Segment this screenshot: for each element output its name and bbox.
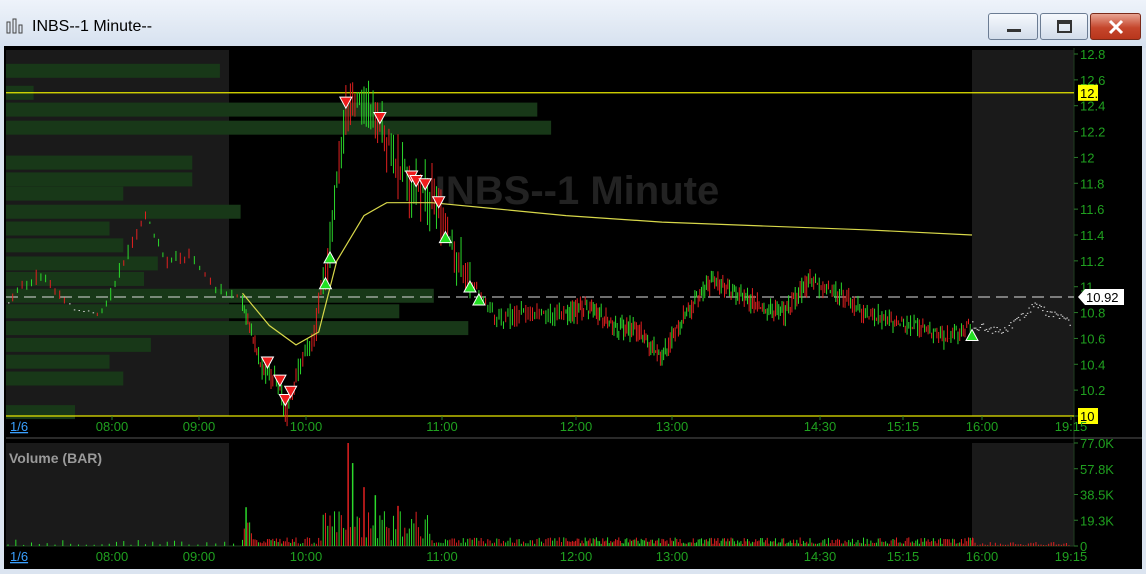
x-tick-label: 08:00: [96, 419, 129, 434]
date-label: 1/6: [10, 419, 28, 434]
volume-profile-bar: [6, 155, 193, 170]
volume-profile-bar: [6, 405, 75, 420]
volume-x-tick-label: 14:30: [804, 549, 837, 564]
y-tick-label: 10.2: [1080, 383, 1105, 398]
volume-y-tick-label: 19.3K: [1080, 513, 1114, 528]
volume-profile-bar: [6, 371, 124, 386]
maximize-icon: [1057, 20, 1072, 33]
volume-profile-bar: [6, 354, 110, 369]
y-tick-label: 11.4: [1080, 228, 1104, 243]
y-tick-label: 10.8: [1080, 306, 1105, 321]
volume-pane-title: Volume (BAR): [9, 450, 102, 466]
volume-date-label: 1/6: [10, 549, 28, 564]
y-tick-label: 12.8: [1080, 47, 1105, 62]
afterhours-session-shade: [972, 50, 1074, 416]
y-tick-label: 11.8: [1080, 176, 1104, 191]
volume-x-tick-label: 16:00: [966, 549, 999, 564]
x-tick-label: 16:00: [966, 419, 999, 434]
volume-profile-bar: [6, 63, 220, 78]
volume-profile-bar: [6, 204, 241, 219]
x-tick-label: 13:00: [656, 419, 689, 434]
close-button[interactable]: [1090, 13, 1141, 40]
x-tick-label: 14:30: [804, 419, 837, 434]
volume-profile-bar: [6, 102, 538, 117]
y-tick-label: 12: [1080, 150, 1094, 165]
volume-profile-bar: [6, 238, 124, 253]
volume-afterhours-shade: [972, 443, 1074, 546]
x-tick-label: 15:15: [887, 419, 920, 434]
chart-canvas[interactable]: INBS--1 Minute12.812.612.412.21211.811.6…: [4, 46, 1142, 569]
x-tick-label: 12:00: [560, 419, 593, 434]
chart-frame: INBS--1 Minute 12.8 12.6 12.4 12.2 12 11.8 11.6…: [4, 46, 1142, 569]
volume-x-tick-label: 10:00: [290, 549, 323, 564]
x-tick-label: 11:00: [426, 419, 458, 434]
volume-profile-bar: [6, 172, 193, 187]
volume-profile-bar: [6, 221, 110, 236]
y-tick-label: 12.2: [1080, 125, 1105, 140]
volume-profile-bar: [6, 304, 400, 319]
volume-x-tick-label: 08:00: [96, 549, 129, 564]
y-tick-label: 10.6: [1080, 331, 1105, 346]
minimize-icon: [1007, 29, 1021, 32]
volume-profile-bar: [6, 186, 124, 201]
close-icon: [1108, 19, 1124, 35]
volume-profile-bar: [6, 288, 434, 303]
title-bar: INBS--1 Minute--: [0, 0, 1146, 48]
bar-chart-app-icon: [6, 18, 23, 34]
last-price-label: 10.92: [1086, 290, 1119, 305]
volume-y-tick-label: 57.8K: [1080, 462, 1114, 477]
volume-x-tick-label: 13:00: [656, 549, 689, 564]
x-tick-label: 09:00: [183, 419, 216, 434]
volume-x-tick-label: 11:00: [426, 549, 458, 564]
window-title: INBS--1 Minute--: [32, 18, 153, 35]
y-tick-label: 10.4: [1080, 357, 1105, 372]
volume-x-tick-label: 15:15: [887, 549, 920, 564]
volume-y-tick-label: 77.0K: [1080, 436, 1114, 451]
volume-y-tick-label: 38.5K: [1080, 488, 1114, 503]
volume-profile-bar: [6, 321, 469, 336]
x-tick-label: 19:15: [1055, 419, 1088, 434]
y-tick-label: 11.2: [1080, 254, 1104, 269]
y-tick-label: 12.4: [1080, 99, 1105, 114]
volume-x-tick-label: 09:00: [183, 549, 216, 564]
x-tick-label: 10:00: [290, 419, 323, 434]
volume-profile-bar: [6, 337, 151, 352]
y-tick-label: 11.6: [1080, 202, 1104, 217]
volume-profile-bar: [6, 120, 552, 135]
volume-x-tick-label: 12:00: [560, 549, 593, 564]
minimize-button[interactable]: [988, 13, 1038, 40]
price-level-label: 12.5: [1080, 86, 1105, 101]
maximize-button[interactable]: [1040, 13, 1088, 40]
volume-x-tick-label: 19:15: [1055, 549, 1088, 564]
volume-profile-bar: [6, 256, 158, 271]
chart-watermark-title: INBS--1 Minute: [435, 169, 719, 213]
